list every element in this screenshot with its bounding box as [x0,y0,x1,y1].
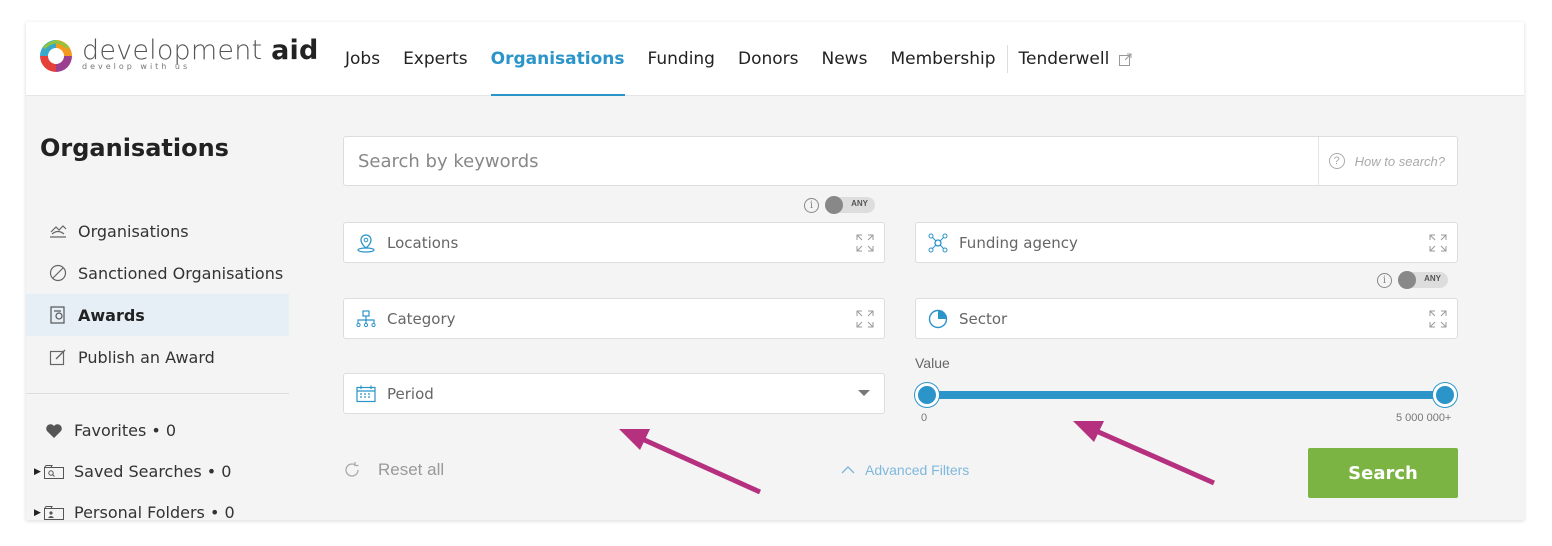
app-window: development aid develop with us Jobs Exp… [26,22,1524,520]
keyword-search-box: ? How to search? [343,136,1458,186]
sidebar-item-label: Awards [78,305,145,325]
value-filter-label: Value [915,355,950,371]
info-icon[interactable]: i [1377,272,1392,288]
main-nav: Jobs Experts Organisations Funding Donor… [345,22,1155,96]
keyword-search-input[interactable] [358,137,1258,185]
sidebar-item-sanctioned[interactable]: Sanctioned Organisations [26,252,289,294]
nav-jobs[interactable]: Jobs [345,22,380,96]
sidebar-item-awards[interactable]: Awards [26,294,289,336]
advanced-filters-toggle[interactable]: Advanced Filters [841,462,969,478]
period-dropdown[interactable]: Period [343,373,885,414]
locations-any-toggle-group: i ANY [804,196,875,214]
hierarchy-icon [355,308,377,330]
expand-caret-icon[interactable]: ▶ [34,467,44,477]
filter-label: Sector [959,309,1008,328]
funding-any-toggle[interactable]: ANY [1398,271,1448,289]
reset-all-button[interactable]: Reset all [343,460,444,480]
locations-any-toggle[interactable]: ANY [825,196,875,214]
brand-logo[interactable]: development aid develop with us [38,36,319,74]
nav-donors[interactable]: Donors [738,22,799,96]
sidebar-item-saved-searches[interactable]: ▶ Saved Searches • 0 [26,451,289,492]
sidebar-item-label: Personal Folders • 0 [74,503,235,520]
edit-icon [48,347,68,367]
sidebar-item-favorites[interactable]: Favorites • 0 [26,410,289,451]
category-filter[interactable]: Category [343,298,885,339]
sidebar-item-label: Publish an Award [78,347,215,367]
nav-tenderwell[interactable]: Tenderwell [1019,22,1133,96]
expand-caret-icon[interactable]: ▶ [34,508,44,518]
nav-organisations[interactable]: Organisations [490,22,625,96]
funding-agency-filter[interactable]: Funding agency [915,222,1458,263]
filter-label: Category [387,309,456,328]
personal-nav: Favorites • 0 ▶ Saved Searches • 0 ▶ Per… [26,410,289,520]
sidebar-item-personal-folders[interactable]: ▶ Personal Folders • 0 [26,492,289,520]
sidebar-item-label: Favorites • 0 [74,421,177,440]
expand-icon[interactable] [856,234,874,252]
info-icon[interactable]: i [804,197,819,213]
chevron-down-icon [858,390,870,396]
ban-icon [48,263,68,283]
how-to-search-label: How to search? [1354,153,1445,169]
award-icon [48,305,68,325]
nav-separator [1006,45,1008,73]
value-max-label: 5 000 000+ [1396,412,1452,424]
nav-membership[interactable]: Membership [890,22,995,96]
folder-icon [44,504,64,521]
search-button[interactable]: Search [1308,448,1458,498]
calendar-icon [355,383,377,405]
network-icon [927,232,949,254]
expand-icon[interactable] [1429,310,1447,328]
nav-experts[interactable]: Experts [403,22,468,96]
value-range-track[interactable] [927,391,1445,399]
sidebar-item-label: Saved Searches • 0 [74,462,232,481]
locations-filter[interactable]: Locations [343,222,885,263]
pie-chart-icon [927,308,949,330]
question-icon: ? [1328,153,1345,169]
expand-icon[interactable] [1429,234,1447,252]
sector-filter[interactable]: Sector [915,298,1458,339]
nav-news[interactable]: News [822,22,868,96]
sidebar-item-publish-award[interactable]: Publish an Award [26,336,289,378]
sidebar-item-label: Sanctioned Organisations [78,263,284,283]
expand-icon[interactable] [856,310,874,328]
chevron-up-icon [841,466,855,474]
reset-all-label: Reset all [378,460,445,479]
advanced-filters-label: Advanced Filters [865,462,970,478]
saved-search-icon [44,463,64,481]
sidebar-item-label: Organisations [78,221,189,241]
filter-label: Locations [387,233,459,252]
filter-label: Period [387,384,434,403]
location-pin-icon [355,232,377,254]
value-min-handle[interactable] [915,383,939,407]
logo-mark-icon [40,40,72,72]
sidebar-divider [26,393,289,394]
value-max-handle[interactable] [1433,383,1457,407]
sidebar-nav: Organisations Sanctioned Organisations A… [26,210,289,378]
nav-tenderwell-label: Tenderwell [1018,49,1110,69]
nav-funding[interactable]: Funding [648,22,715,96]
external-link-icon [1119,53,1132,66]
heart-icon [44,422,64,440]
organisations-icon [48,221,68,241]
refresh-icon [345,462,359,477]
top-header: development aid develop with us Jobs Exp… [26,22,1524,96]
how-to-search-link[interactable]: ? How to search? [1317,137,1445,185]
toggle-label: ANY [1424,274,1441,283]
filter-label: Funding agency [959,233,1078,252]
toggle-label: ANY [851,199,868,208]
sidebar-title: Organisations [40,134,229,162]
funding-any-toggle-group: i ANY [1377,271,1448,289]
value-min-label: 0 [921,412,928,424]
sidebar-item-organisations[interactable]: Organisations [26,210,289,252]
